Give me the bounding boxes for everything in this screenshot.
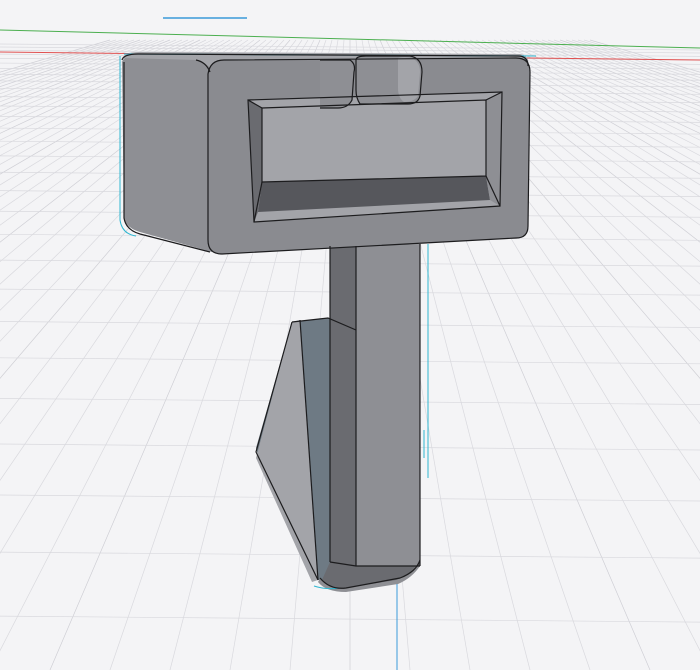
model-stem-left-face[interactable] — [330, 246, 356, 566]
model-stem-front-face[interactable] — [356, 244, 420, 566]
grid-line — [0, 39, 129, 81]
grid-line — [505, 39, 700, 128]
3d-viewport[interactable] — [0, 0, 700, 670]
grid-line — [547, 39, 700, 95]
model-head-left-face[interactable] — [122, 56, 212, 252]
grid-line — [0, 39, 117, 76]
model-part[interactable] — [122, 52, 530, 592]
grid-line — [499, 39, 700, 134]
model-opening-cavity[interactable] — [260, 100, 486, 182]
grid-line — [589, 39, 700, 73]
grid-line — [0, 39, 111, 73]
grid-line — [541, 39, 700, 98]
grid-line — [511, 39, 700, 122]
grid-line — [517, 39, 700, 117]
grid-line — [577, 39, 700, 78]
scene-canvas[interactable] — [0, 0, 700, 670]
model-opening-right-wall — [486, 92, 502, 206]
grid-line — [583, 39, 700, 76]
grid-line — [0, 39, 123, 78]
model-top-notch-left[interactable] — [320, 60, 355, 108]
grid-line — [571, 39, 700, 81]
